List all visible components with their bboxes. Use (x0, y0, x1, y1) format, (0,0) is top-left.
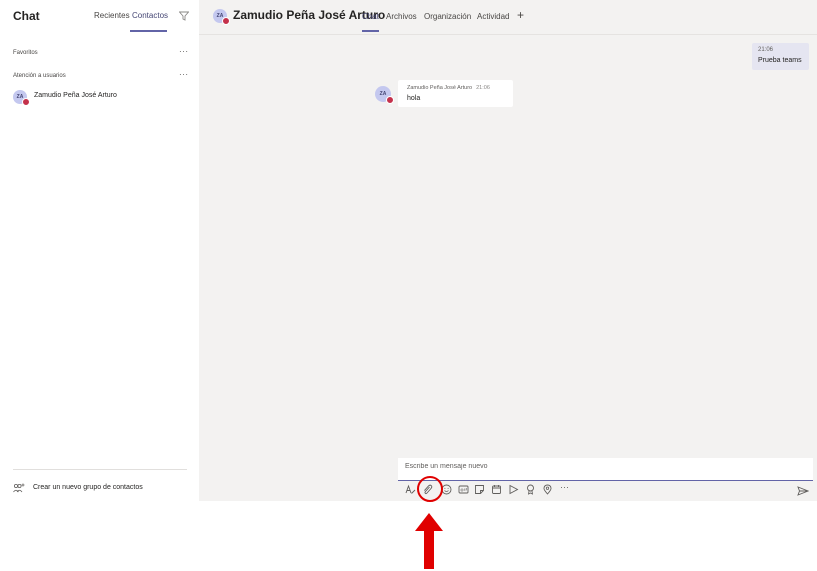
meet-icon[interactable] (491, 484, 502, 495)
compose-box (398, 458, 813, 481)
favoritos-more-icon[interactable]: ··· (179, 47, 189, 56)
sidebar-title: Chat (13, 9, 40, 23)
gif-icon[interactable] (458, 484, 469, 495)
new-group-label: Crear un nuevo grupo de contactos (33, 484, 143, 491)
contact-item[interactable]: ZA Zamudio Peña José Arturo (0, 88, 199, 106)
stream-icon[interactable] (508, 484, 519, 495)
message-input[interactable] (405, 463, 805, 470)
message-text: Prueba teams (758, 57, 802, 64)
message-sender: Zamudio Peña José Arturo (407, 85, 473, 91)
section-favoritos[interactable]: Favoritos (13, 50, 38, 56)
tab-organizacion[interactable]: Organización (424, 12, 471, 21)
tab-archivos[interactable]: Archivos (386, 12, 417, 21)
tab-contactos[interactable]: Contactos (132, 11, 168, 20)
compose-toolbar: ··· (398, 481, 813, 499)
presence-busy-icon (222, 17, 230, 25)
location-icon[interactable] (542, 484, 553, 495)
tab-recientes[interactable]: Recientes (94, 11, 130, 20)
message-time: 21:06 (758, 47, 774, 53)
message-meta: Zamudio Peña José Arturo 21:06 (407, 85, 490, 91)
chat-header: ZA Zamudio Peña José Arturo Chat Archivo… (199, 0, 817, 35)
tab-chat[interactable]: Chat (362, 12, 379, 21)
active-tab-indicator (362, 30, 379, 32)
group-add-icon (13, 483, 25, 493)
contact-name: Zamudio Peña José Arturo (34, 92, 117, 99)
sidebar-header: Chat Recientes Contactos (0, 0, 199, 34)
send-icon[interactable] (797, 486, 809, 496)
arrow-up-icon (415, 513, 443, 569)
chat-sidebar: Chat Recientes Contactos Favoritos ··· A… (0, 0, 199, 501)
sticker-icon[interactable] (474, 484, 485, 495)
filter-icon[interactable] (179, 11, 189, 21)
message-text: hola (407, 95, 421, 102)
more-icon[interactable]: ··· (560, 482, 569, 493)
presence-busy-icon (22, 98, 30, 106)
message-time: 21:06 (476, 85, 490, 91)
divider (13, 469, 187, 470)
praise-icon[interactable] (525, 484, 536, 495)
active-tab-indicator (130, 30, 167, 32)
outgoing-message[interactable]: 21:06 Prueba teams (752, 43, 809, 70)
add-tab-icon[interactable]: + (517, 8, 524, 22)
atencion-more-icon[interactable]: ··· (179, 70, 189, 79)
incoming-message[interactable]: Zamudio Peña José Arturo 21:06 hola (398, 80, 513, 107)
chat-main: ZA Zamudio Peña José Arturo Chat Archivo… (199, 0, 817, 501)
presence-busy-icon (386, 96, 394, 104)
tab-actividad[interactable]: Actividad (477, 12, 509, 21)
section-atencion-usuarios[interactable]: Atención a usuarios (13, 73, 66, 79)
format-icon[interactable] (405, 484, 416, 495)
highlight-circle (417, 476, 443, 502)
